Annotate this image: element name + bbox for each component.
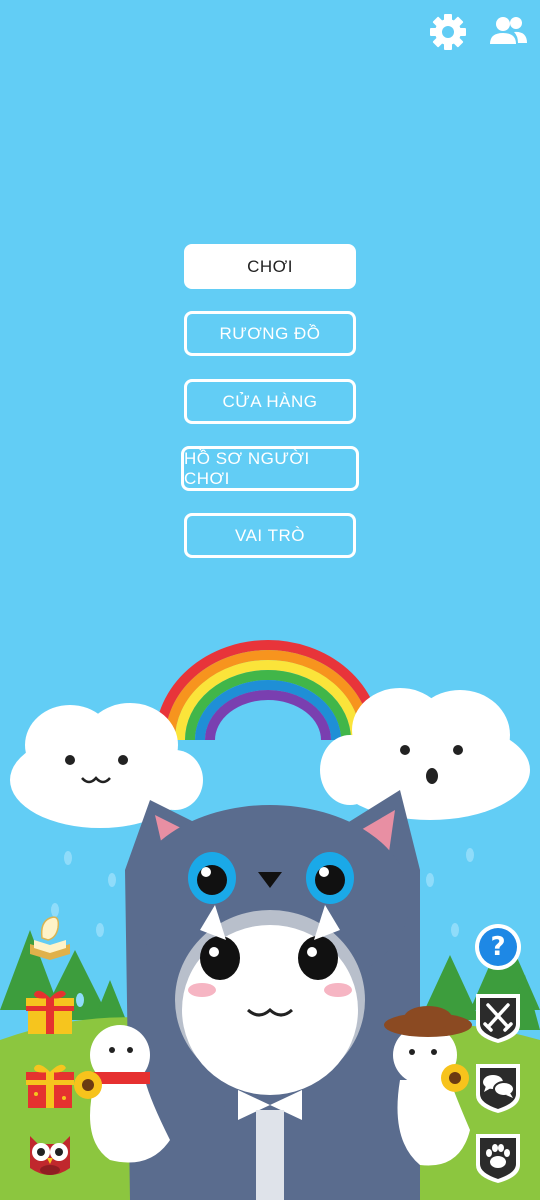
gift-icon <box>26 1064 74 1108</box>
rainbow <box>155 640 381 741</box>
gift-icon <box>26 990 74 1034</box>
help-button[interactable]: ? <box>473 922 523 972</box>
quest-book-button[interactable] <box>24 910 76 962</box>
gear-icon <box>430 14 466 50</box>
profile-button-label: HỒ SƠ NGƯỜI CHƠI <box>184 448 310 488</box>
chat-icon <box>476 1064 520 1113</box>
help-icon-glyph: ? <box>490 932 506 962</box>
pets-button[interactable] <box>473 1131 523 1185</box>
owl-icon <box>30 1136 70 1175</box>
battle-button[interactable] <box>473 991 523 1045</box>
play-button-label: CHƠI <box>247 256 293 276</box>
shop-button[interactable]: CỬA HÀNG <box>184 379 356 424</box>
chest-button[interactable]: RƯƠNG ĐỒ <box>184 311 356 356</box>
roles-button[interactable]: VAI TRÒ <box>184 513 356 558</box>
chest-button-label: RƯƠNG ĐỒ <box>219 323 321 343</box>
background-scene <box>0 640 540 1200</box>
gift-button-2[interactable] <box>24 1058 76 1110</box>
play-button[interactable]: CHƠI <box>184 244 356 289</box>
gift-button-1[interactable] <box>24 984 76 1036</box>
roles-button-label: VAI TRÒ <box>235 525 305 545</box>
settings-button[interactable] <box>426 10 470 54</box>
friends-button[interactable] <box>486 10 530 54</box>
crossed-swords-icon <box>476 994 520 1043</box>
profile-button[interactable]: HỒ SƠ NGƯỜI CHƠI <box>181 446 359 491</box>
shop-button-label: CỬA HÀNG <box>222 391 318 411</box>
chat-button[interactable] <box>473 1061 523 1115</box>
paw-icon <box>476 1134 520 1183</box>
scroll-book-icon <box>30 916 70 960</box>
owl-button[interactable] <box>24 1128 76 1180</box>
friends-icon <box>490 17 527 44</box>
